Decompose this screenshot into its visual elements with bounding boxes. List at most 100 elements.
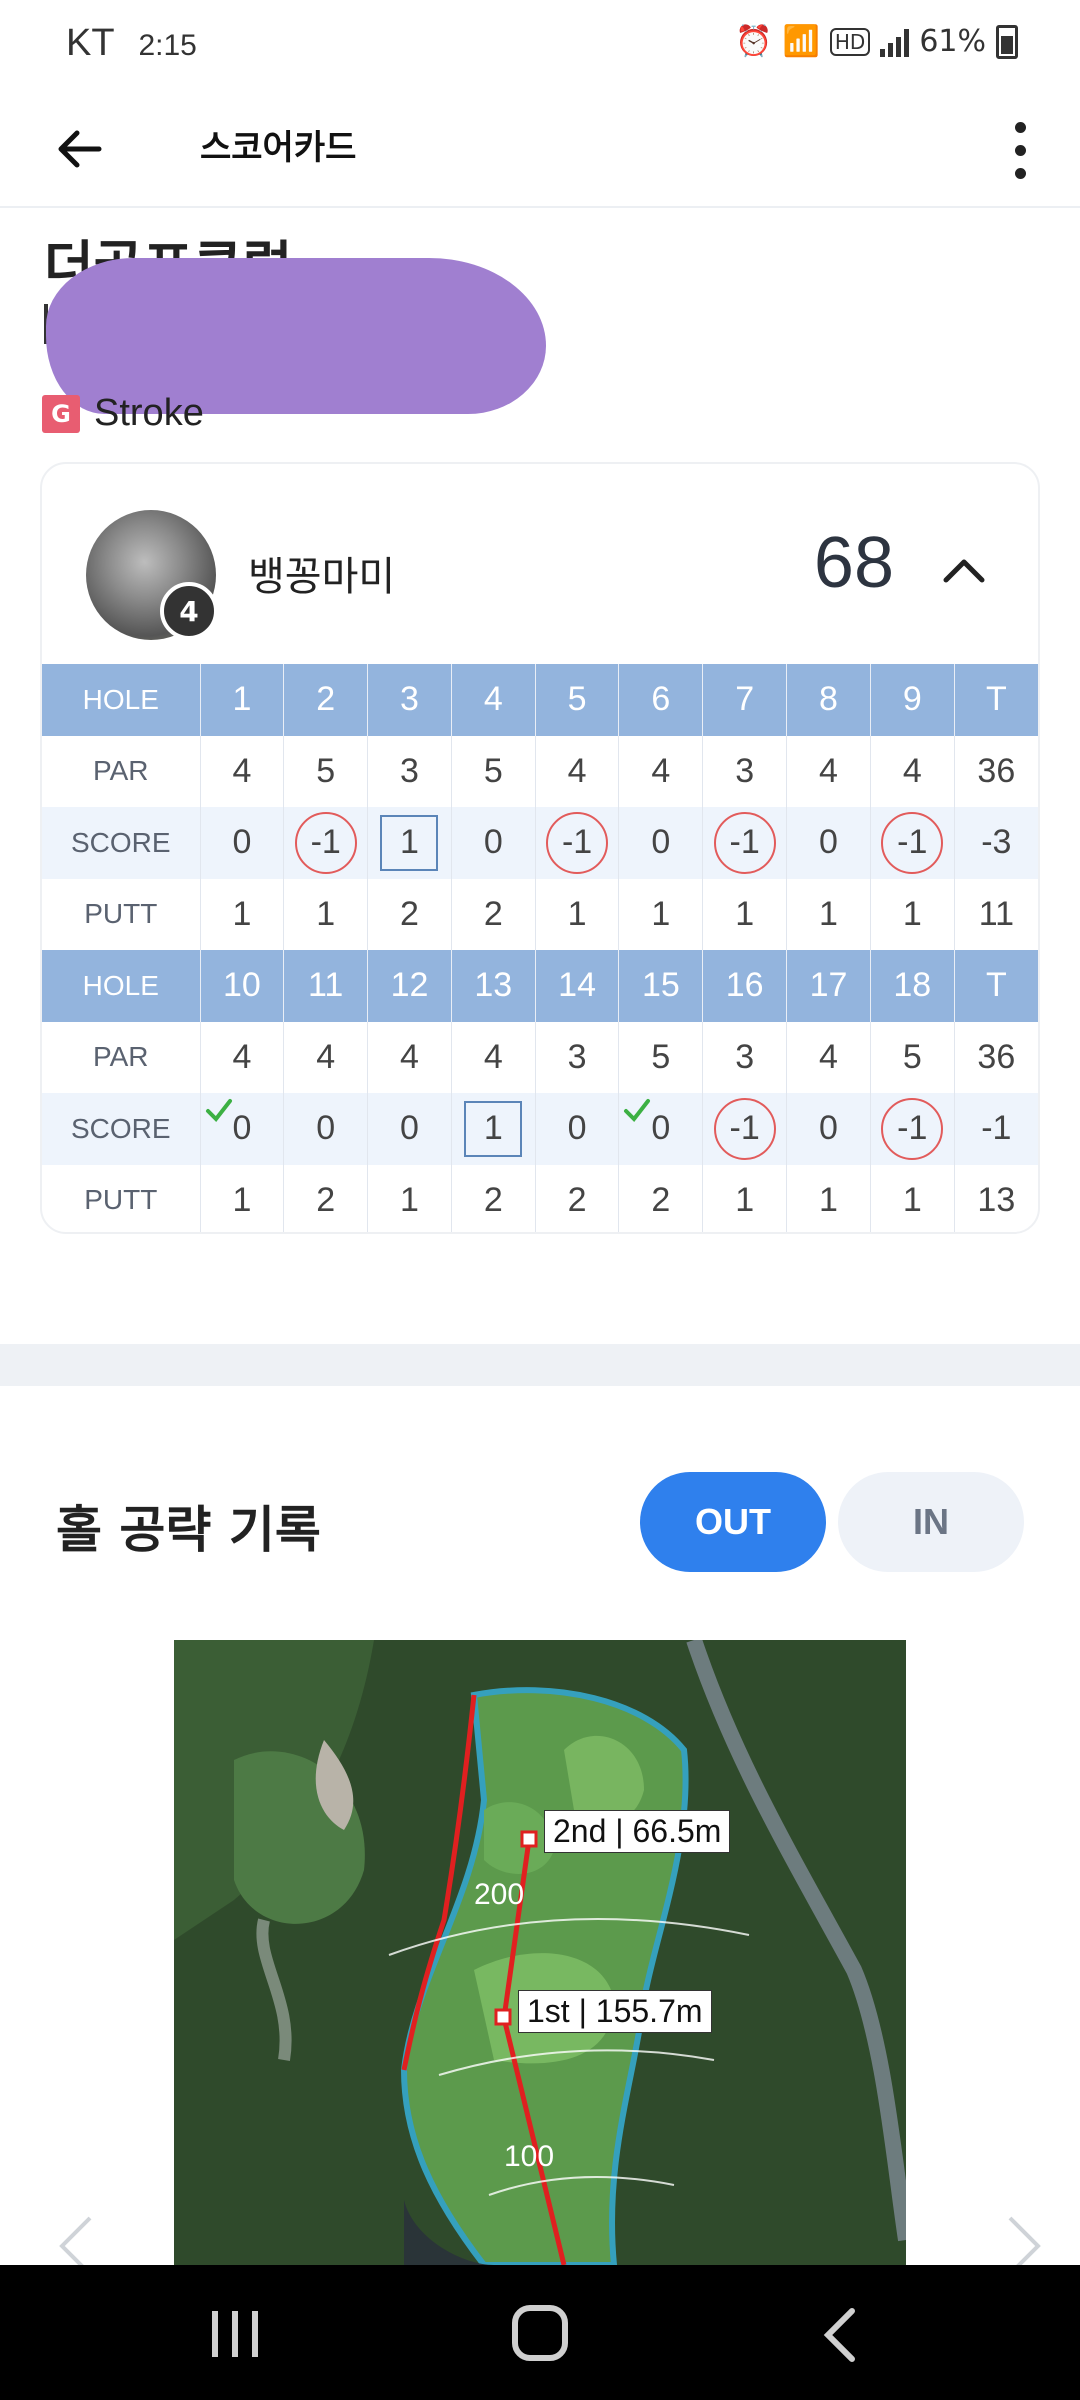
score-value: -1 [713, 811, 776, 874]
hole-map[interactable]: 1st | 155.7m 2nd | 66.5m 1st | 155.7m 20… [174, 1640, 906, 2265]
cell-putt: 1 [200, 1164, 285, 1232]
shot-label-first: 1st | 155.7m [518, 1990, 712, 2033]
more-options-button[interactable] [990, 110, 1050, 190]
recents-button[interactable] [205, 2311, 265, 2361]
scorecard-table: HOLE 1 2 3 4 5 6 7 8 9 T PAR 4 5 3 5 4 4 3 4 4 36 SCORE 0 -1 1 0 -1… [42, 664, 1038, 1232]
battery-icon [996, 24, 1018, 59]
score-value: 0 [651, 823, 671, 862]
scorecard-row-hole: HOLE 10 11 12 13 14 15 16 17 18 T [42, 950, 1038, 1022]
cell-hole: 11 [283, 950, 369, 1022]
cell-total-putt: 11 [978, 894, 1014, 933]
cell-score: 0 [451, 807, 536, 879]
score-value: 0 [483, 823, 503, 862]
alarm-icon: ⏰ [735, 24, 773, 59]
cell-total-putt: 13 [977, 1180, 1016, 1219]
cell-par: 4 [200, 1021, 285, 1093]
cell-putt: 1 [786, 1164, 871, 1232]
cell-hole: 3 [367, 664, 452, 736]
score-value: 1 [380, 814, 439, 871]
checkmark-icon [205, 1099, 232, 1123]
cell-hole: 5 [535, 664, 620, 736]
cell-putt: 1 [618, 878, 704, 950]
hd-badge: HD [829, 27, 871, 56]
home-button[interactable] [512, 2305, 568, 2361]
cell-putt: 1 [870, 878, 955, 950]
cell-putt: 1 [367, 1164, 452, 1232]
score-value: 0 [819, 1109, 838, 1148]
cell-hole: 12 [367, 950, 452, 1022]
score-value: 0 [567, 1109, 587, 1148]
cell-total-hole: T [954, 950, 1038, 1022]
recents-bar [252, 2311, 258, 2357]
cell-putt: 2 [283, 1164, 369, 1232]
cell-hole: 4 [451, 664, 536, 736]
cell-total-score: -3 [954, 807, 1038, 879]
cell-par: 5 [618, 1021, 704, 1093]
distance-marker-100: 100 [504, 2140, 555, 2173]
cell-score: 0 [200, 1093, 285, 1165]
cell-hole: 15 [618, 950, 704, 1022]
score-value: 0 [651, 1109, 671, 1148]
cell-par: 3 [367, 735, 452, 807]
status-left: KT 2:15 [66, 22, 197, 65]
scorecard-card: 4 뱅꽁마미 68 HOLE 1 2 3 4 5 6 7 8 9 T PAR 4 5 3 5 4 4 3 4 4 36 SC… [40, 462, 1040, 1234]
cell-par: 5 [283, 735, 369, 807]
cell-putt: 1 [786, 878, 871, 950]
nav-back-icon[interactable] [820, 2305, 860, 2365]
cell-hole: 14 [535, 950, 620, 1022]
score-value: -1 [881, 1097, 944, 1160]
cell-hole: 10 [200, 950, 285, 1022]
out-toggle-button[interactable]: OUT [640, 1472, 826, 1572]
status-bar: KT 2:15 ⏰ 📶 HD 61% [0, 0, 1080, 90]
cell-total-par: 36 [977, 751, 1016, 790]
row-label-hole: HOLE [42, 664, 201, 736]
cell-putt: 1 [283, 878, 369, 950]
recents-bar [232, 2311, 238, 2357]
cell-score: 0 [618, 807, 704, 879]
game-type-label: Stroke [94, 392, 204, 434]
cell-hole: 16 [702, 950, 788, 1022]
scorecard-row-par: PAR 4 5 3 5 4 4 3 4 4 36 [42, 735, 1038, 807]
scorecard-row-score: SCORE 0 0 0 1 0 0 -1 0 -1 -1 [42, 1093, 1038, 1165]
battery-percent: 61% [919, 24, 986, 59]
score-value: -1 [546, 811, 609, 874]
cell-par: 4 [618, 735, 704, 807]
cell-score: -1 [702, 807, 788, 879]
back-button[interactable] [44, 114, 114, 184]
cell-hole: 2 [283, 664, 369, 736]
score-value: -1 [713, 1097, 776, 1160]
cell-par: 3 [535, 1021, 620, 1093]
cell-putt: 1 [702, 878, 788, 950]
cell-par: 4 [786, 735, 871, 807]
chevron-left-icon[interactable] [50, 2210, 110, 2270]
time-label: 2:15 [138, 29, 197, 62]
player-row[interactable]: 4 뱅꽁마미 68 [42, 464, 1038, 664]
cell-score: 1 [367, 807, 452, 879]
distance-marker-200: 200 [474, 1878, 525, 1911]
cell-par: 3 [702, 735, 788, 807]
cell-score: 0 [786, 1093, 871, 1165]
score-value: 1 [464, 1100, 523, 1157]
carrier-label: KT [66, 22, 114, 64]
player-name: 뱅꽁마미 [248, 554, 396, 600]
cell-par: 5 [451, 735, 536, 807]
cell-score: 0 [786, 807, 871, 879]
scorecard-row-hole: HOLE 1 2 3 4 5 6 7 8 9 T [42, 664, 1038, 736]
chevron-up-icon[interactable] [934, 544, 994, 594]
redacted-area [46, 258, 546, 414]
cell-putt: 1 [870, 1164, 955, 1232]
cell-score: -1 [870, 1093, 955, 1165]
chevron-right-icon[interactable] [990, 2210, 1050, 2270]
cell-hole: 17 [786, 950, 871, 1022]
scorecard-row-putt: PUTT 1 2 1 2 2 2 1 1 1 13 [42, 1164, 1038, 1232]
cell-hole: 9 [870, 664, 955, 736]
score-value: 0 [400, 1109, 419, 1148]
cell-par: 4 [870, 735, 955, 807]
cell-par: 4 [535, 735, 620, 807]
app-bar: 스코어카드 [0, 90, 1080, 208]
cell-putt: 2 [451, 878, 536, 950]
cell-score: 0 [283, 1093, 369, 1165]
row-label-score: SCORE [42, 807, 201, 879]
in-toggle-button[interactable]: IN [838, 1472, 1024, 1572]
cell-par: 4 [200, 735, 285, 807]
